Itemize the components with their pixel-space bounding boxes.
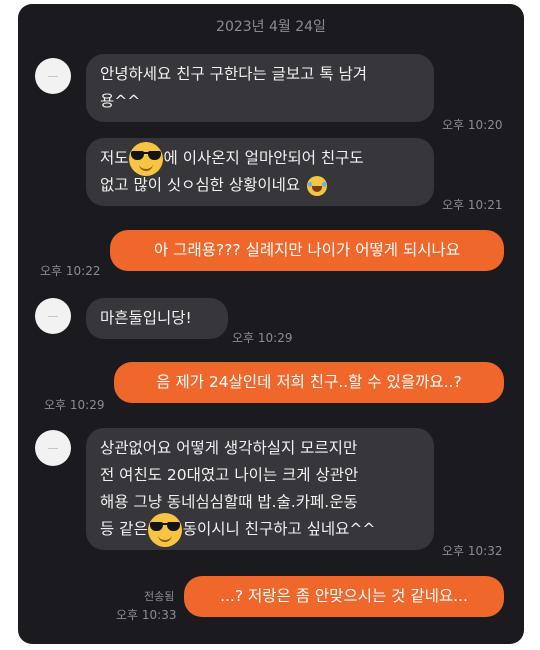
avatar[interactable]: [35, 430, 71, 466]
message-bubble-incoming: 상관없어요 어떻게 생각하실지 모르지만 전 여친도 20대였고 나이는 크게 …: [86, 428, 434, 550]
laughing-tears-emoji-icon: [307, 175, 328, 196]
message-time: 오후 10:29: [232, 331, 293, 345]
avatar[interactable]: [35, 58, 71, 94]
date-header: 2023년 4월 24일: [216, 19, 326, 35]
message-bubble-outgoing: ...? 저랑은 좀 안맞으시는 것 같네요...: [184, 576, 504, 617]
sunglasses-emoji-icon: [147, 512, 182, 547]
message-bubble-outgoing: 음 제가 24살인데 저희 친구..할 수 있을까요..?: [114, 362, 504, 403]
avatar[interactable]: [35, 298, 71, 334]
message-time: 오후 10:21: [442, 198, 503, 212]
message-time: 오후 10:32: [442, 544, 503, 558]
message-time: 오후 10:29: [44, 398, 105, 412]
message-time: 오후 10:20: [442, 118, 503, 132]
message-bubble-incoming: 저도 에 이사온지 얼마안되어 친구도 없고 많이 싯ㅇ심한 상황이네요: [86, 138, 434, 206]
message-time: 오후 10:33: [116, 608, 177, 622]
sent-status: 전송됨: [144, 590, 175, 603]
message-bubble-incoming: 마흔둘입니당!: [86, 298, 228, 339]
message-time: 오후 10:22: [40, 264, 101, 278]
message-bubble-incoming: 안녕하세요 친구 구한다는 글보고 톡 남겨 용^^: [86, 54, 434, 122]
sunglasses-emoji-icon: [128, 141, 163, 176]
chat-screen: 2023년 4월 24일 안녕하세요 친구 구한다는 글보고 톡 남겨 용^^ …: [18, 4, 524, 644]
message-bubble-outgoing: 아 그래용??? 실례지만 나이가 어떻게 되시나요: [110, 230, 504, 271]
